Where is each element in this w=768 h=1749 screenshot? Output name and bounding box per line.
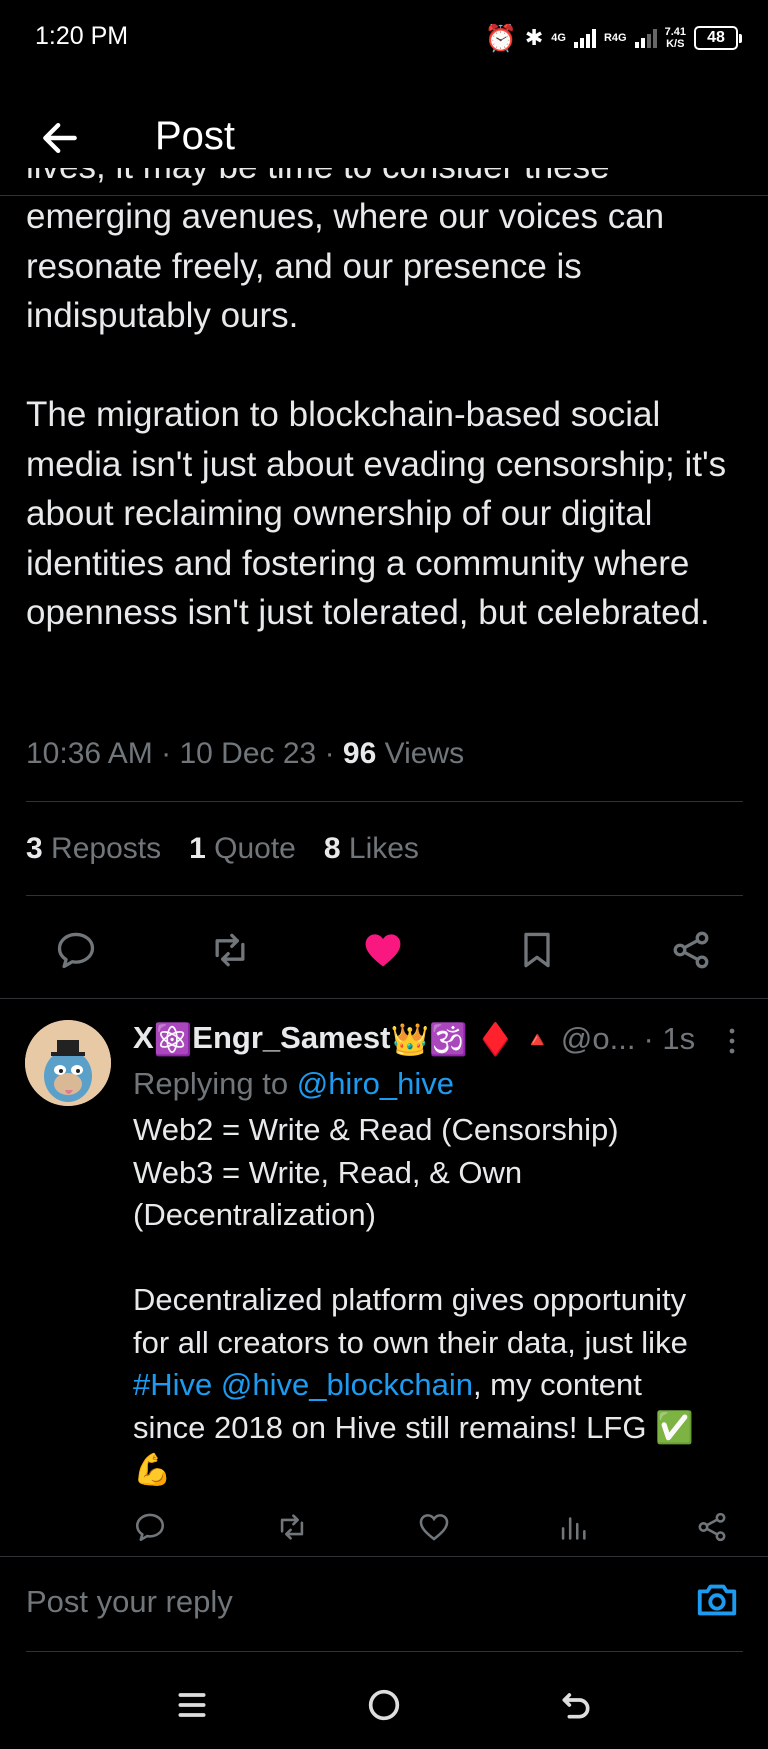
post-stats: 3 Reposts 1 Quote 8 Likes [26,832,419,866]
reply-line-8: 💪 [133,1452,172,1487]
reposts-count: 3 [26,832,43,865]
name-main: Engr_Samest [192,1019,391,1055]
reply-line-2: Web3 = Write, Read, & Own [133,1154,523,1190]
more-icon[interactable] [727,1025,737,1057]
hashtag-link[interactable]: #Hive [133,1367,212,1402]
crown-emoji: 👑 [390,1022,430,1058]
reply-line-3: (Decentralization) [133,1197,376,1232]
triangle-emoji: 🔺 [523,1026,551,1052]
signal-icon-2 [634,28,657,48]
likes-label: Likes [348,832,419,865]
diamond-emoji: ♦️ [476,1022,515,1058]
reposts-stat[interactable]: 3 Reposts [26,832,161,866]
home-circle-icon[interactable] [364,1685,404,1725]
post-paragraph-2: The migration to blockchain-based social… [26,395,727,632]
post-actions [0,918,768,980]
composer-bottom-divider [26,1651,743,1652]
quotes-count: 1 [189,832,206,865]
reply-line-5: for all creators to own their data, just… [133,1324,688,1360]
reply-composer [0,1557,768,1653]
signal-icon [573,28,596,48]
network-type-1: 4G [551,31,566,44]
replying-to-label: Replying to [133,1066,289,1101]
reposts-label: Reposts [51,832,162,865]
reply-author-name[interactable]: X⚛️Engr_Samest👑🕉️ ♦️ 🔺 [133,1020,551,1058]
divider [26,895,743,896]
net-speed-unit: K/S [666,38,685,50]
likes-count: 8 [323,832,341,865]
status-icons: ⏰ ✱ 4G R4G 7.41 K/S 48 [484,22,742,54]
reply-handle[interactable]: @o... [561,1021,636,1057]
arrow-left-icon[interactable] [38,116,82,160]
reply-line-4: Decentralized platform gives opportunity [133,1282,687,1317]
reply-tweet[interactable]: X⚛️Engr_Samest👑🕉️ ♦️ 🔺 @o... · 1s Replyi… [133,1015,745,1492]
mention-link[interactable]: @hive_blockchain [221,1367,473,1402]
repost-icon[interactable] [275,1510,309,1544]
reply-line-1: Web2 = Write & Read (Censorship) [133,1112,619,1147]
repost-icon[interactable] [208,928,252,972]
divider [26,801,743,802]
net-speed-value: 7.41 [664,26,686,38]
reply-actions [133,1510,733,1550]
post-time[interactable]: 10:36 AM [26,737,153,770]
views-label: Views [384,737,465,770]
likes-stat[interactable]: 8 Likes [324,832,419,866]
separator: · [161,737,172,770]
status-bar: 1:20 PM ⏰ ✱ 4G R4G 7.41 K/S 48 [0,0,768,76]
reply-line-7: since 2018 on Hive still remains! LFG ✅ [133,1409,694,1445]
menu-icon[interactable] [172,1685,212,1725]
analytics-icon[interactable] [556,1510,590,1544]
reply-line-6: #Hive @hive_blockchain, my content [133,1364,745,1407]
alarm-icon: ⏰ [484,22,517,53]
replying-to-handle[interactable]: @hiro_hive [297,1066,454,1101]
status-time: 1:20 PM [35,22,129,50]
reply-line-6-rest: , my content [472,1367,642,1402]
page-title: Post [155,114,236,158]
post-meta: 10:36 AM · 10 Dec 23 · 96 Views [26,737,464,771]
quotes-label: Quote [214,832,296,865]
atom-emoji: ⚛️ [153,1022,193,1058]
post-date[interactable]: 10 Dec 23 [179,737,316,770]
separator: · [324,737,335,770]
reply-time: · 1s [643,1021,696,1056]
camera-icon[interactable] [694,1577,740,1623]
post-body: lives, it may be time to consider these … [26,168,746,687]
back-icon[interactable] [556,1685,596,1725]
screen: 1:20 PM ⏰ ✱ 4G R4G 7.41K/S 48 Post lives… [0,0,768,1749]
header-divider [0,195,768,196]
network-type-2: R4G [603,31,627,44]
bookmark-icon[interactable] [515,928,559,972]
bluetooth-icon: ✱ [524,25,544,50]
avatar-image [25,1020,111,1106]
avatar[interactable] [25,1020,111,1106]
system-nav-bar [0,1660,768,1749]
heart-icon[interactable] [417,1510,451,1544]
net-speed: 7.41 K/S [665,26,686,50]
om-emoji: 🕉️ [429,1022,468,1058]
share-icon[interactable] [695,1510,729,1544]
share-icon[interactable] [669,928,713,972]
reply-icon[interactable] [133,1510,167,1544]
reply-text: Web2 = Write & Read (Censorship) Web3 = … [133,1109,745,1492]
views-count: 96 [342,737,377,770]
heart-icon[interactable] [361,928,405,972]
battery-icon: 48 [694,26,742,50]
clipped-line: lives, it may be time to consider these [26,168,746,192]
reply-icon[interactable] [54,928,98,972]
reply-input[interactable] [26,1579,626,1625]
reply-header: X⚛️Engr_Samest👑🕉️ ♦️ 🔺 @o... · 1s [133,1015,745,1063]
post-paragraph-1: emerging avenues, where our voices can r… [26,197,665,335]
quotes-stat[interactable]: 1 Quote [189,832,296,866]
name-prefix: X [133,1019,154,1055]
clipped-line-text: lives, it may be time to consider these [26,168,610,192]
section-divider [0,998,768,999]
replying-to: Replying to @hiro_hive [133,1063,745,1105]
